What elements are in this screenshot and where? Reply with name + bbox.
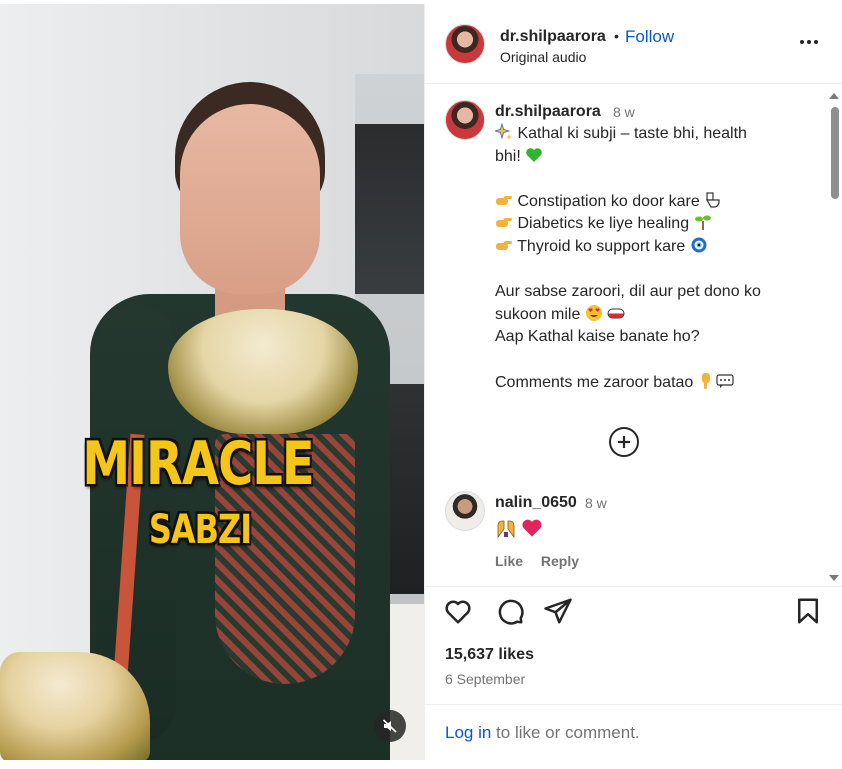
toilet-icon bbox=[706, 192, 720, 208]
caption-line-text: sukoon mile bbox=[495, 305, 581, 323]
save-button[interactable] bbox=[793, 596, 823, 626]
caption-line: bhi! bbox=[495, 146, 805, 169]
caption-time[interactable]: 8 w bbox=[613, 104, 635, 120]
like-button[interactable] bbox=[443, 596, 473, 626]
heart-eyes-icon bbox=[585, 304, 602, 321]
green-heart-icon bbox=[526, 147, 543, 162]
red-heart-icon bbox=[522, 519, 542, 537]
mute-button[interactable] bbox=[374, 710, 406, 742]
caption-text: Kathal ki subji – taste bhi, health bhi!… bbox=[495, 123, 805, 394]
sparkles-icon bbox=[495, 123, 512, 140]
comment-button[interactable] bbox=[495, 596, 525, 626]
video-overlay-subtitle: SABZI bbox=[148, 505, 252, 553]
caption-line-text: Diabetics ke liye healing bbox=[517, 215, 690, 233]
caption-line: sukoon mile bbox=[495, 304, 805, 327]
caption-line: Aur sabse zaroori, dil aur pet dono ko bbox=[495, 281, 805, 304]
plus-circle-icon bbox=[618, 436, 630, 448]
separator-dot: • bbox=[614, 28, 619, 44]
audio-label[interactable]: Original audio bbox=[500, 49, 586, 65]
comment-like-button[interactable]: Like bbox=[495, 553, 523, 569]
speaker-muted-icon bbox=[382, 719, 397, 733]
nazar-amulet-icon bbox=[691, 237, 707, 253]
login-link[interactable]: Log in bbox=[445, 723, 491, 742]
caption-line: Kathal ki subji – taste bhi, health bbox=[495, 123, 805, 146]
comments-scrollbar[interactable] bbox=[827, 85, 842, 586]
post-date[interactable]: 6 September bbox=[445, 671, 525, 687]
pointing-hand-icon bbox=[496, 195, 512, 205]
post-header: dr.shilpaarora • Follow Original audio bbox=[425, 4, 842, 84]
send-icon bbox=[544, 598, 572, 624]
caption-line: Comments me zaroor batao bbox=[495, 372, 805, 395]
caption-line bbox=[495, 259, 805, 282]
comment-text bbox=[495, 517, 543, 541]
scroll-thumb[interactable] bbox=[831, 107, 839, 199]
author-avatar[interactable] bbox=[445, 24, 485, 64]
background-oven bbox=[355, 124, 424, 294]
pointing-down-icon bbox=[701, 372, 710, 389]
follow-button[interactable]: Follow bbox=[625, 27, 674, 47]
post-side-panel: dr.shilpaarora • Follow Original audio d… bbox=[424, 4, 842, 760]
bookmark-icon bbox=[798, 598, 818, 624]
caption-author-handle[interactable]: dr.shilpaarora bbox=[495, 103, 601, 121]
caption-line: Diabetics ke liye healing bbox=[495, 213, 805, 236]
login-prompt-rest: to like or comment. bbox=[491, 723, 640, 742]
post-media[interactable]: MIRACLE SABZI bbox=[0, 4, 424, 760]
raising-hands-icon bbox=[497, 520, 515, 539]
presenter-face bbox=[180, 104, 320, 294]
pointing-hand-icon bbox=[496, 240, 512, 250]
caption-line bbox=[495, 349, 805, 372]
jackfruit-held bbox=[168, 309, 358, 434]
comment-time[interactable]: 8 w bbox=[585, 495, 607, 511]
caption-line-text: Kathal ki subji – taste bhi, health bbox=[517, 125, 747, 142]
caption-line bbox=[495, 168, 805, 191]
caption-line-text: Comments me zaroor batao bbox=[495, 373, 694, 391]
commenter-avatar[interactable] bbox=[445, 491, 485, 531]
comment-reply-button[interactable]: Reply bbox=[541, 553, 579, 569]
caption-author-avatar[interactable] bbox=[445, 100, 485, 140]
pointing-hand-icon bbox=[496, 218, 512, 228]
comment-icon bbox=[498, 599, 524, 625]
load-more-comments-button[interactable] bbox=[609, 427, 639, 457]
more-dot-icon bbox=[807, 40, 811, 44]
caption-line-text: Constipation ko door kare bbox=[517, 192, 700, 210]
heart-icon bbox=[445, 600, 471, 624]
caption-line-text: bhi! bbox=[495, 147, 521, 165]
login-prompt: Log in to like or comment. bbox=[425, 704, 842, 760]
scroll-down-arrow-icon[interactable] bbox=[829, 575, 839, 581]
likes-count[interactable]: 15,637 likes bbox=[445, 646, 534, 664]
post-actions-bar bbox=[425, 596, 842, 636]
caption-line: Aap Kathal kaise banate ho? bbox=[495, 326, 805, 349]
login-prompt-text: Log in to like or comment. bbox=[445, 723, 640, 743]
caption-line-text: Aap Kathal kaise banate ho? bbox=[495, 328, 700, 346]
author-handle[interactable]: dr.shilpaarora bbox=[500, 28, 606, 46]
pill-icon bbox=[607, 308, 625, 319]
share-button[interactable] bbox=[543, 596, 573, 626]
comments-list[interactable]: dr.shilpaarora 8 w Kathal ki subji – tas… bbox=[425, 85, 842, 587]
more-dot-icon bbox=[800, 40, 804, 44]
caption-line-text: Aur sabse zaroori, dil aur pet dono ko bbox=[495, 283, 761, 301]
speech-bubble-icon bbox=[716, 373, 734, 388]
caption-line: Thyroid ko support kare bbox=[495, 236, 805, 259]
sprout-icon bbox=[694, 215, 711, 231]
scroll-up-arrow-icon[interactable] bbox=[829, 93, 839, 99]
caption-line-text: Thyroid ko support kare bbox=[517, 237, 686, 255]
caption-line: Constipation ko door kare bbox=[495, 191, 805, 214]
comment-actions: Like Reply bbox=[495, 553, 593, 569]
more-dot-icon bbox=[814, 40, 818, 44]
more-options-button[interactable] bbox=[795, 32, 823, 52]
video-overlay-title: MIRACLE bbox=[82, 429, 314, 499]
commenter-handle[interactable]: nalin_0650 bbox=[495, 494, 577, 512]
